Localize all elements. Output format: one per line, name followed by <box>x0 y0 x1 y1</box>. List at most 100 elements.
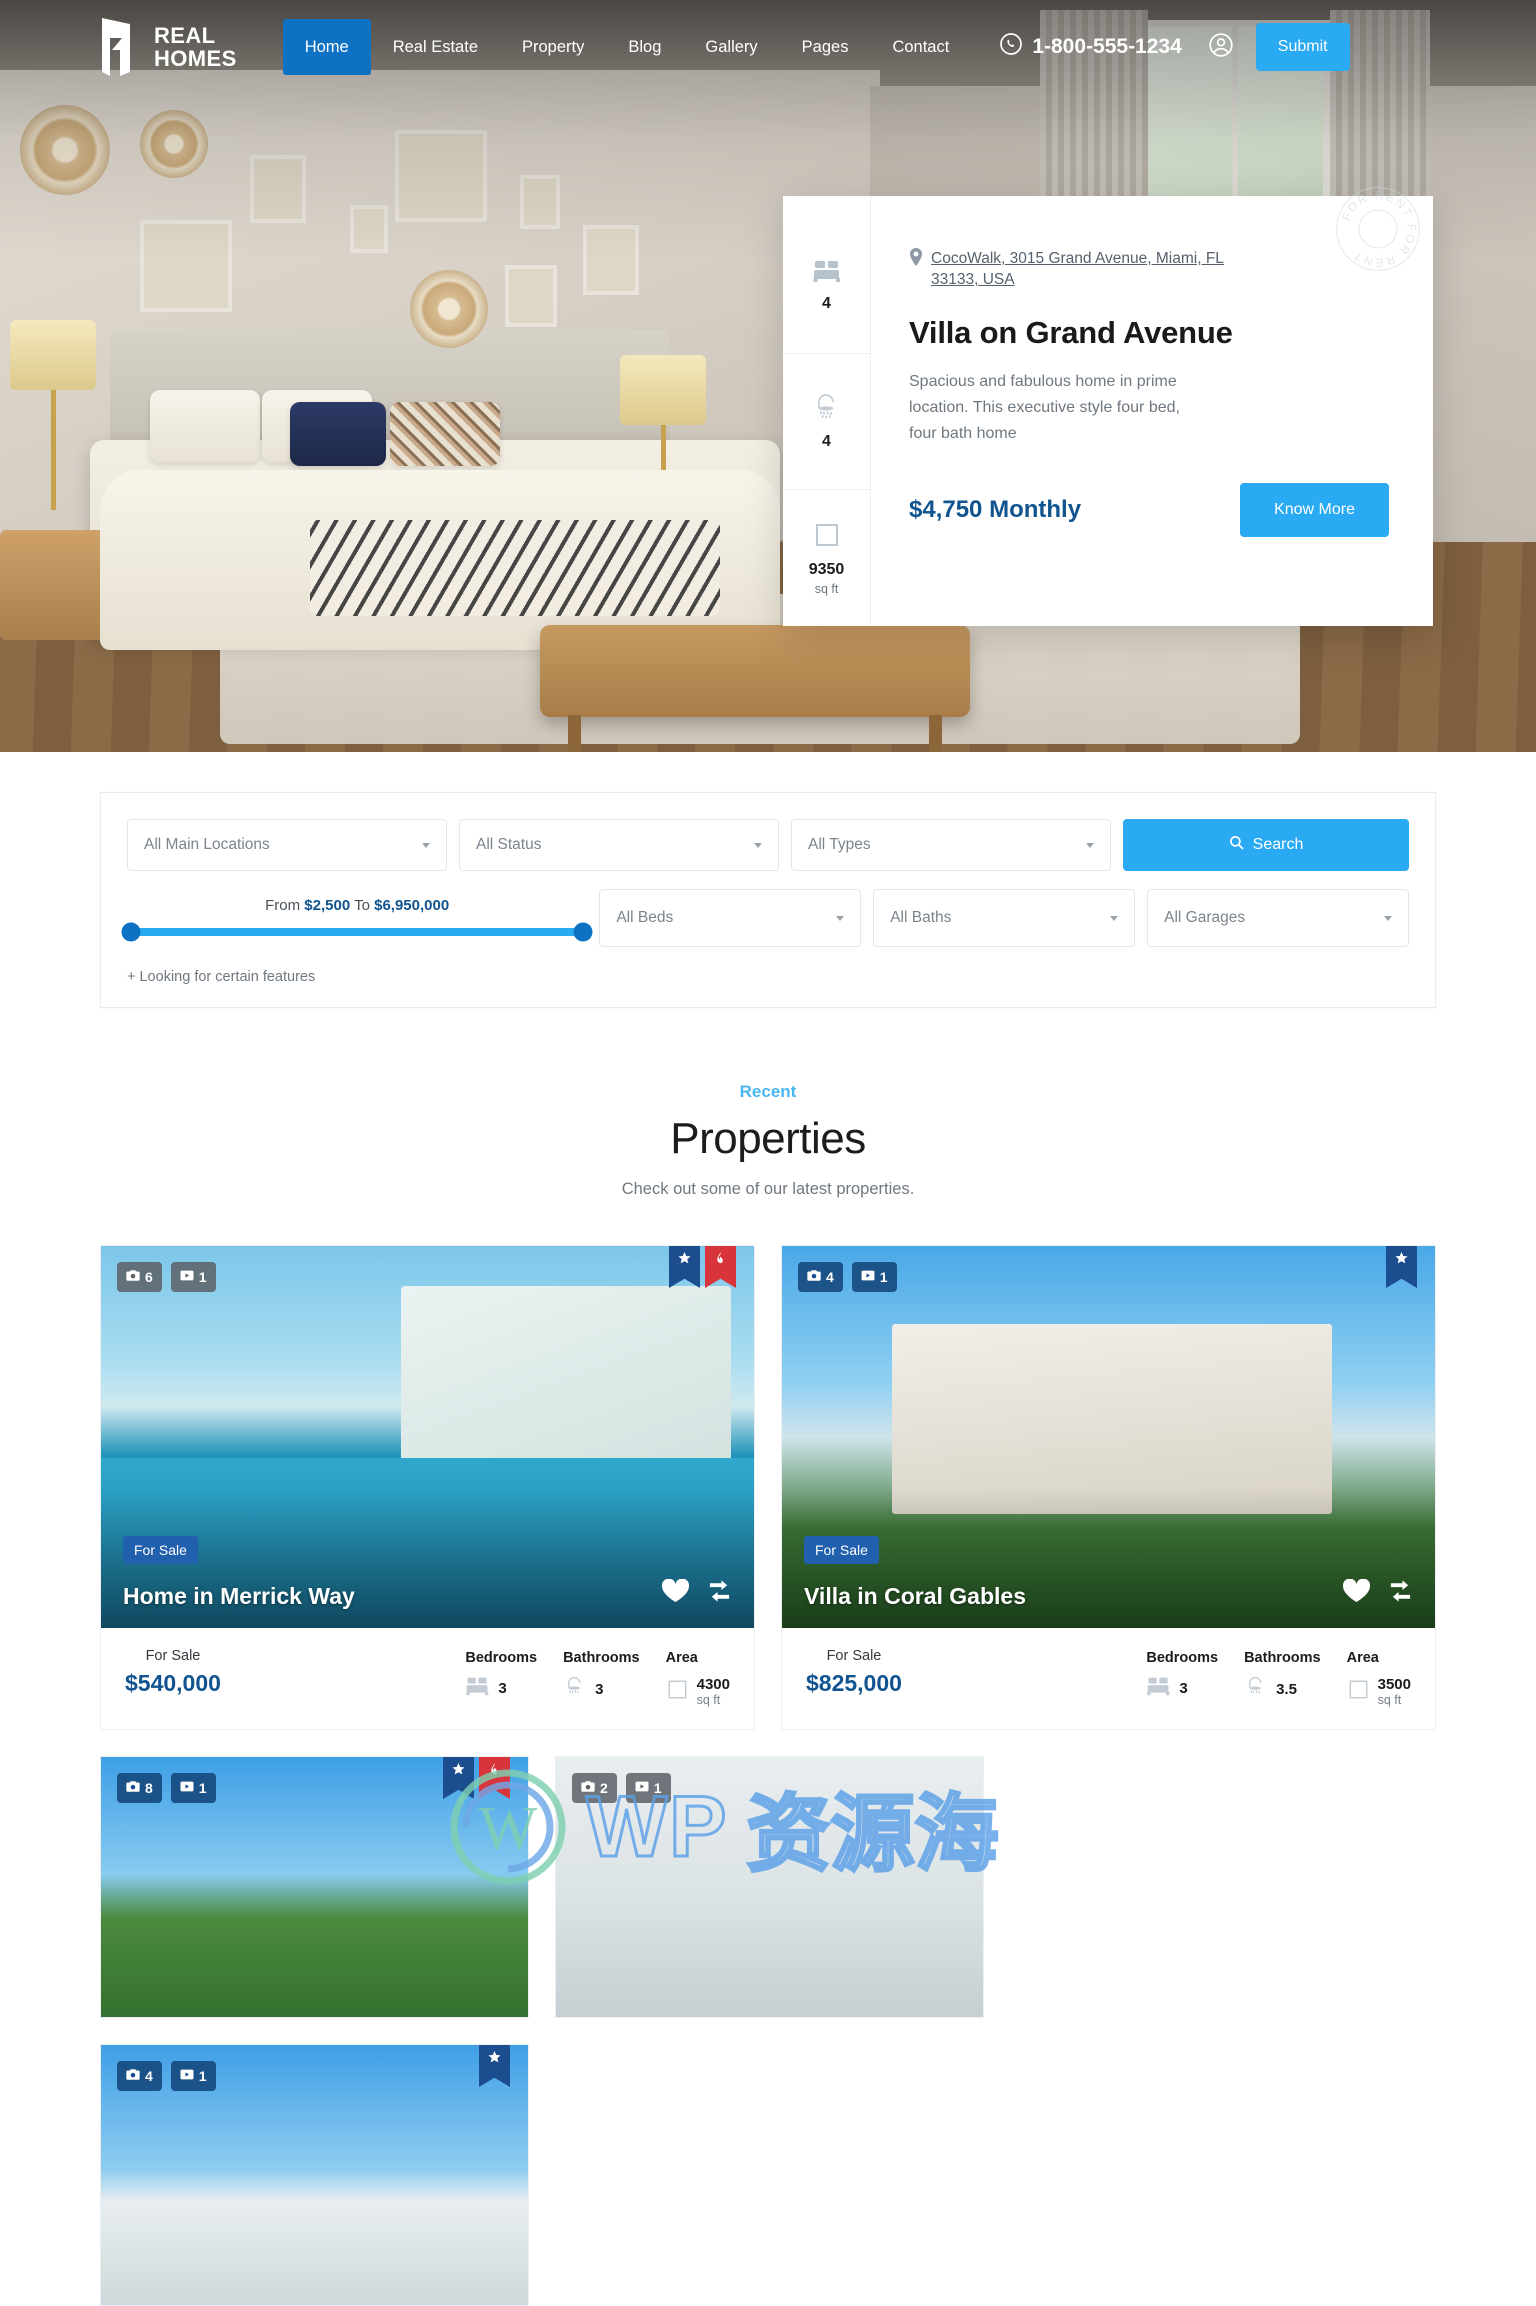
price-range-slider[interactable] <box>121 922 593 942</box>
media-badges: 4 1 <box>798 1262 897 1292</box>
photo-count-badge[interactable]: 4 <box>117 2061 162 2091</box>
know-more-button[interactable]: Know More <box>1240 483 1389 537</box>
photo-count-badge[interactable]: 4 <box>798 1262 843 1292</box>
price-slider-knob-max[interactable] <box>573 922 593 942</box>
spec-area: Area 4300 sq ft <box>666 1650 730 1707</box>
price-range-max: $6,950,000 <box>374 897 450 914</box>
location-select-value: All Main Locations <box>144 836 270 853</box>
property-card[interactable]: 6 1 For Sale Home in Merrick Way For Sal… <box>100 1245 755 1730</box>
photo-count-badge[interactable]: 8 <box>117 1773 162 1803</box>
nav-item-contact[interactable]: Contact <box>870 19 971 75</box>
media-ribbons <box>669 1246 736 1288</box>
baths-select-value: All Baths <box>890 909 952 926</box>
price-range-min: $2,500 <box>304 897 351 914</box>
map-pin-icon <box>909 248 923 271</box>
property-card-status-label: For Sale <box>826 1648 882 1664</box>
types-select-value: All Types <box>808 836 871 853</box>
properties-section: Recent Properties Check out some of our … <box>0 1008 1536 2306</box>
video-icon <box>635 1780 649 1796</box>
nav-item-gallery[interactable]: Gallery <box>683 19 779 75</box>
status-select[interactable]: All Status <box>459 819 779 871</box>
video-count-badge[interactable]: 1 <box>170 2061 216 2091</box>
section-eyebrow: Recent <box>739 1082 797 1101</box>
photo-count-badge[interactable]: 2 <box>572 1773 617 1803</box>
hero-card-description: Spacious and fabulous home in prime loca… <box>909 373 1180 442</box>
shower-icon <box>563 1676 587 1703</box>
nav-item-real-estate[interactable]: Real Estate <box>371 19 500 75</box>
photo-count: 4 <box>826 1269 834 1285</box>
nav-item-home[interactable]: Home <box>282 19 371 75</box>
search-filter-box: All Main Locations All Status All Types <box>100 792 1436 1008</box>
property-card[interactable]: 8 1 <box>100 1756 529 2018</box>
property-card-media: 6 1 For Sale Home in Merrick Way <box>101 1246 754 1628</box>
hot-flame-ribbon <box>705 1246 736 1288</box>
spec-bathrooms: Bathrooms 3.5 <box>1244 1650 1321 1707</box>
nav-item-blog[interactable]: Blog <box>606 19 683 75</box>
compare-icon[interactable] <box>707 1579 732 1608</box>
nav-item-pages[interactable]: Pages <box>780 19 871 75</box>
photo-count: 8 <box>145 1780 153 1796</box>
baths-select[interactable]: All Baths <box>873 889 1136 947</box>
whatsapp-icon <box>999 32 1023 62</box>
compare-icon[interactable] <box>1388 1579 1413 1608</box>
property-card[interactable]: 4 1 For Sale Villa in Coral Gables For S… <box>781 1245 1436 1730</box>
search-button[interactable]: Search <box>1123 819 1409 871</box>
video-count-badge[interactable]: 1 <box>625 1773 671 1803</box>
search-row-primary: All Main Locations All Status All Types <box>127 819 1409 871</box>
hot-flame-ribbon <box>479 1757 510 1799</box>
video-count-badge[interactable]: 1 <box>851 1262 897 1292</box>
chevron-down-icon <box>1110 915 1119 921</box>
nav-item-property[interactable]: Property <box>500 19 606 75</box>
location-select[interactable]: All Main Locations <box>127 819 447 871</box>
property-card-title[interactable]: Villa in Coral Gables <box>804 1583 1026 1610</box>
site-logo[interactable]: REAL HOMES <box>96 16 237 78</box>
favorite-heart-icon[interactable] <box>1342 1578 1371 1608</box>
submit-button[interactable]: Submit <box>1255 23 1350 71</box>
logo-text: REAL HOMES <box>154 24 237 70</box>
hero-card-address-link[interactable]: CocoWalk, 3015 Grand Avenue, Miami, FL 3… <box>931 248 1261 290</box>
video-count: 1 <box>198 1269 207 1285</box>
property-card-media: 4 1 <box>101 2045 528 2305</box>
property-card-media: 8 1 <box>101 1757 528 2017</box>
hero-stat-bathrooms-value: 4 <box>822 432 831 450</box>
property-card[interactable]: 4 1 <box>100 2044 529 2306</box>
header-phone[interactable]: 1-800-555-1234 <box>999 32 1182 62</box>
real-homes-logo-icon <box>96 16 140 78</box>
section-subtitle: Check out some of our latest properties. <box>621 1180 915 1198</box>
media-badges: 6 1 <box>117 1262 216 1292</box>
hero-card-address-row[interactable]: CocoWalk, 3015 Grand Avenue, Miami, FL 3… <box>909 248 1397 290</box>
types-select[interactable]: All Types <box>791 819 1111 871</box>
photo-count-badge[interactable]: 6 <box>117 1262 162 1292</box>
hero-stat-area-unit: sq ft <box>814 581 839 596</box>
property-card-media: 2 1 <box>556 1757 983 2017</box>
user-account-icon[interactable] <box>1208 32 1234 63</box>
hero-stat-bedrooms-value: 4 <box>822 294 831 312</box>
status-select-value: All Status <box>476 836 542 853</box>
price-slider-knob-min[interactable] <box>121 922 141 942</box>
beds-select[interactable]: All Beds <box>599 889 862 947</box>
search-section: All Main Locations All Status All Types <box>0 752 1536 1008</box>
favorite-heart-icon[interactable] <box>661 1578 690 1608</box>
hero-card-title: Villa on Grand Avenue <box>909 315 1233 350</box>
price-range-label: From $2,500 To $6,950,000 <box>127 897 587 914</box>
property-card-price-block: For Sale $825,000 <box>806 1648 902 1697</box>
property-card-actions <box>661 1578 732 1608</box>
garages-select[interactable]: All Garages <box>1147 889 1409 947</box>
media-badges: 8 1 <box>117 1773 216 1803</box>
camera-icon <box>581 1780 595 1796</box>
price-range-filter: From $2,500 To $6,950,000 <box>121 889 593 942</box>
video-count-badge[interactable]: 1 <box>170 1262 216 1292</box>
property-grid-row-1: 6 1 For Sale Home in Merrick Way For Sal… <box>100 1245 1436 1730</box>
features-toggle[interactable]: + Looking for certain features <box>127 969 1409 985</box>
video-count: 1 <box>879 1269 888 1285</box>
for-rent-seal-badge: FOR RENT FOR RENT <box>1333 184 1423 274</box>
camera-icon <box>126 1780 140 1796</box>
property-card-title[interactable]: Home in Merrick Way <box>123 1583 355 1610</box>
phone-number: 1-800-555-1234 <box>1032 35 1182 58</box>
property-card[interactable]: 2 1 <box>555 1756 984 2018</box>
video-icon <box>180 2068 194 2084</box>
video-count-badge[interactable]: 1 <box>170 1773 216 1803</box>
property-card-media: 4 1 For Sale Villa in Coral Gables <box>782 1246 1435 1628</box>
area-icon <box>813 521 841 554</box>
property-card-specs: Bedrooms 3 Bathrooms <box>1146 1648 1411 1707</box>
